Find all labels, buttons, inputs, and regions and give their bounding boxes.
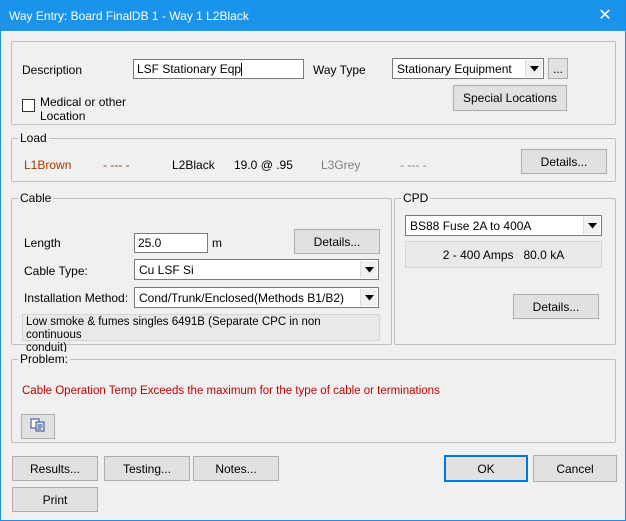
way-type-browse-button[interactable]: ... bbox=[548, 58, 568, 79]
description-label: Description bbox=[22, 63, 83, 77]
chevron-down-icon[interactable] bbox=[583, 217, 600, 234]
cpd-details-label: Details... bbox=[532, 299, 580, 314]
copy-icon bbox=[30, 418, 46, 435]
load-group: Load L1Brown - --- - L2Black 19.0 @ .95 … bbox=[11, 131, 616, 182]
chevron-down-icon[interactable] bbox=[525, 60, 542, 77]
length-value: 25.0 bbox=[138, 236, 162, 250]
problem-group: Problem: Cable Operation Temp Exceeds th… bbox=[11, 352, 616, 443]
load-details-label: Details... bbox=[540, 154, 588, 169]
cpd-rating-text: 2 - 400 Amps 80.0 kA bbox=[442, 247, 565, 262]
length-unit: m bbox=[212, 236, 222, 250]
notes-button[interactable]: Notes... bbox=[193, 456, 279, 481]
cpd-rating: 2 - 400 Amps 80.0 kA bbox=[405, 241, 602, 268]
medical-label-line1: Medical or other bbox=[40, 95, 127, 109]
installation-method-select[interactable]: Cond/Trunk/Enclosed(Methods B1/B2) bbox=[134, 287, 379, 308]
cable-details-button[interactable]: Details... bbox=[294, 229, 380, 254]
way-type-value: Stationary Equipment bbox=[397, 62, 512, 76]
print-button[interactable]: Print bbox=[12, 487, 98, 512]
ok-button[interactable]: OK bbox=[444, 455, 528, 482]
cable-group: Cable Length 25.0 m Details... Cable Typ… bbox=[11, 191, 392, 354]
testing-button[interactable]: Testing... bbox=[104, 456, 190, 481]
copy-problem-button[interactable] bbox=[21, 414, 55, 439]
way-type-select[interactable]: Stationary Equipment bbox=[392, 58, 544, 79]
description-input[interactable]: LSF Stationary Eqp bbox=[133, 59, 304, 79]
l2-label: L2Black bbox=[172, 158, 215, 172]
cable-type-select[interactable]: Cu LSF Si bbox=[134, 259, 379, 280]
general-group: Description LSF Stationary Eqp Way Type … bbox=[11, 41, 616, 125]
installation-method-label: Installation Method: bbox=[24, 291, 129, 305]
length-input[interactable]: 25.0 bbox=[134, 233, 208, 253]
length-label: Length bbox=[24, 236, 61, 250]
special-locations-label: Special Locations bbox=[462, 91, 558, 105]
load-legend: Load bbox=[18, 131, 49, 145]
close-icon[interactable]: ✕ bbox=[595, 6, 615, 26]
cancel-button[interactable]: Cancel bbox=[533, 455, 617, 482]
cable-description-line1: Low smoke & fumes singles 6491B (Separat… bbox=[26, 316, 321, 341]
cable-type-label: Cable Type: bbox=[24, 264, 88, 278]
cpd-legend: CPD bbox=[401, 191, 431, 205]
cable-type-value: Cu LSF Si bbox=[139, 263, 194, 277]
medical-location-label: Medical or other Location bbox=[40, 95, 126, 123]
l1-value: - --- - bbox=[103, 158, 130, 172]
cable-description: Low smoke & fumes singles 6491B (Separat… bbox=[22, 314, 380, 354]
print-label: Print bbox=[42, 492, 68, 507]
notes-label: Notes... bbox=[215, 461, 257, 476]
cpd-device-value: BS88 Fuse 2A to 400A bbox=[410, 219, 532, 233]
installation-method-value: Cond/Trunk/Enclosed(Methods B1/B2) bbox=[139, 291, 344, 305]
description-value: LSF Stationary Eqp bbox=[137, 62, 242, 76]
cpd-details-button[interactable]: Details... bbox=[513, 294, 599, 319]
testing-label: Testing... bbox=[122, 461, 172, 476]
l3-label: L3Grey bbox=[321, 158, 361, 172]
cpd-group: CPD BS88 Fuse 2A to 400A 2 - 400 Amps 80… bbox=[394, 191, 616, 345]
browse-button-label: ... bbox=[552, 61, 563, 76]
title-bar[interactable]: Way Entry: Board FinalDB 1 - Way 1 L2Bla… bbox=[1, 1, 625, 31]
cable-details-label: Details... bbox=[313, 234, 361, 249]
results-button[interactable]: Results... bbox=[12, 456, 98, 481]
window-title: Way Entry: Board FinalDB 1 - Way 1 L2Bla… bbox=[9, 9, 249, 23]
problem-message: Cable Operation Temp Exceeds the maximum… bbox=[22, 385, 440, 397]
l1-label: L1Brown bbox=[24, 158, 72, 172]
ok-label: OK bbox=[477, 461, 495, 476]
load-details-button[interactable]: Details... bbox=[521, 149, 607, 174]
medical-location-checkbox[interactable] bbox=[22, 99, 35, 112]
cable-legend: Cable bbox=[18, 191, 54, 205]
chevron-down-icon[interactable] bbox=[360, 261, 377, 278]
l3-value: - --- - bbox=[400, 158, 427, 172]
way-entry-dialog: Way Entry: Board FinalDB 1 - Way 1 L2Bla… bbox=[0, 0, 626, 521]
problem-legend: Problem: bbox=[18, 352, 71, 366]
chevron-down-icon[interactable] bbox=[360, 289, 377, 306]
cancel-label: Cancel bbox=[556, 461, 594, 476]
way-type-label: Way Type bbox=[313, 63, 366, 77]
medical-label-line2: Location bbox=[40, 109, 86, 123]
l2-value: 19.0 @ .95 bbox=[234, 158, 293, 172]
text-cursor bbox=[241, 63, 243, 77]
special-locations-button[interactable]: Special Locations bbox=[453, 85, 567, 111]
cpd-device-select[interactable]: BS88 Fuse 2A to 400A bbox=[405, 215, 602, 236]
results-label: Results... bbox=[29, 461, 80, 476]
